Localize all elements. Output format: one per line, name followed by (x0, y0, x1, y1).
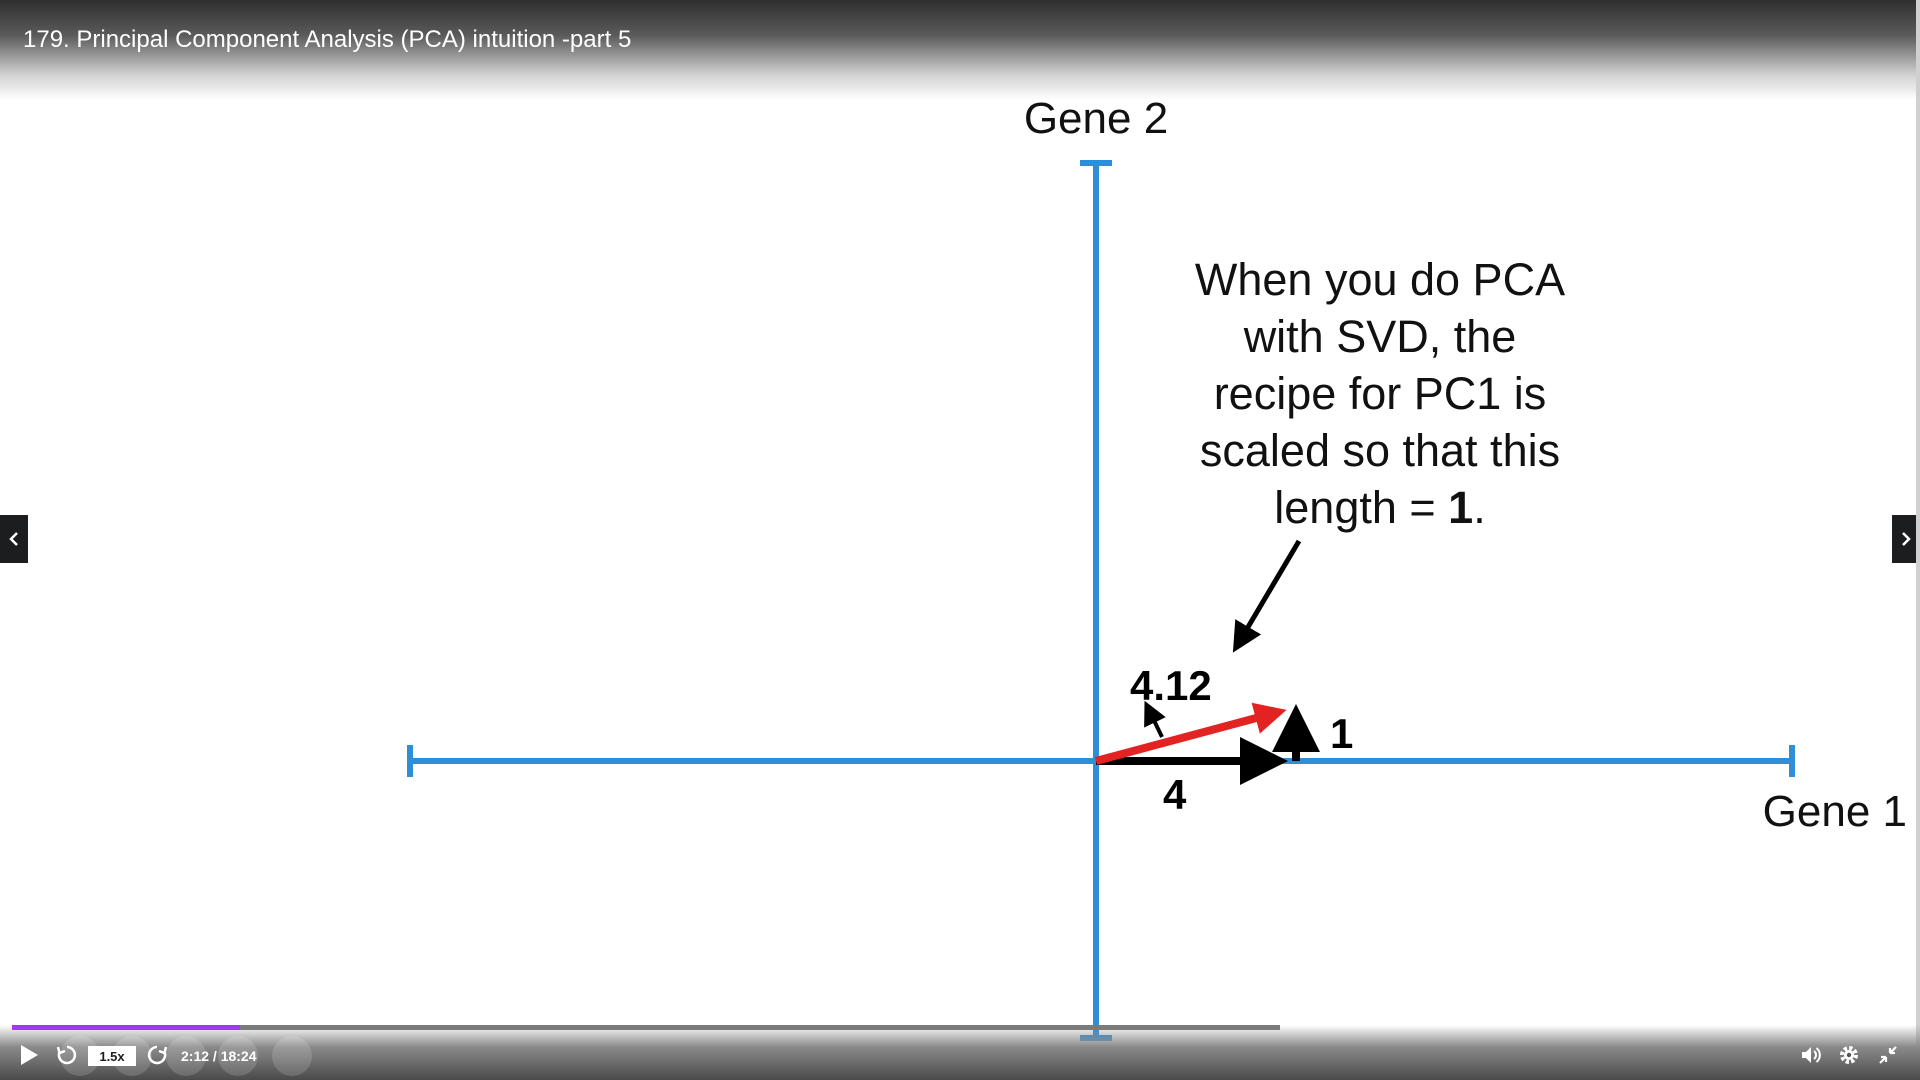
settings-icon (1840, 1046, 1858, 1064)
hypotenuse-label-arrow (1144, 700, 1166, 738)
progress-fill (12, 1025, 241, 1030)
slide-canvas: Gene 2 Gene 1 When you do PCA with SVD, … (407, 94, 1907, 1041)
play-button[interactable] (18, 1043, 40, 1067)
exit-fullscreen-button[interactable] (1876, 1043, 1900, 1067)
caption-line-1: When you do PCA (1195, 254, 1565, 305)
caption-line-5-suffix: . (1473, 482, 1486, 533)
pc1-vector (1094, 702, 1287, 765)
title-bar: 179. Principal Component Analysis (PCA) … (0, 0, 1920, 100)
caption-line-5-bold: 1 (1448, 482, 1473, 533)
playback-rate-button[interactable]: 1.5x (88, 1046, 136, 1066)
rewind-button[interactable] (55, 1043, 79, 1067)
caption-line-4: scaled so that this (1200, 425, 1560, 476)
exit-fullscreen-icon (1879, 1046, 1897, 1064)
vertical-label: 1 (1330, 710, 1353, 757)
horizontal-label: 4 (1163, 771, 1187, 818)
forward-button[interactable] (145, 1043, 169, 1067)
caption-line-5: length = 1. (1274, 482, 1485, 533)
chevron-left-icon (9, 532, 18, 546)
hypotenuse-label: 4.12 (1130, 662, 1212, 709)
forward-icon (147, 1045, 168, 1065)
rewind-icon (56, 1045, 77, 1065)
video-title: 179. Principal Component Analysis (PCA) … (23, 26, 632, 53)
caption-pointer-arrow (1232, 539, 1302, 653)
settings-button[interactable] (1837, 1043, 1861, 1067)
progress-bar[interactable] (12, 1025, 1280, 1030)
ghost-button-5 (272, 1036, 312, 1076)
window-edge (1916, 0, 1920, 1080)
x-axis-label: Gene 1 (1763, 787, 1907, 836)
previous-lecture-button[interactable] (0, 515, 28, 563)
chevron-right-icon (1902, 532, 1911, 546)
caption-line-5-prefix: length = (1274, 482, 1448, 533)
volume-icon (1802, 1047, 1821, 1063)
time-display: 2:12 / 18:24 (181, 1048, 257, 1064)
caption-line-3: recipe for PC1 is (1214, 368, 1547, 419)
y-axis-label: Gene 2 (1024, 94, 1168, 143)
caption-line-2: with SVD, the (1243, 311, 1517, 362)
volume-button[interactable] (1799, 1043, 1823, 1067)
play-icon (21, 1045, 38, 1065)
